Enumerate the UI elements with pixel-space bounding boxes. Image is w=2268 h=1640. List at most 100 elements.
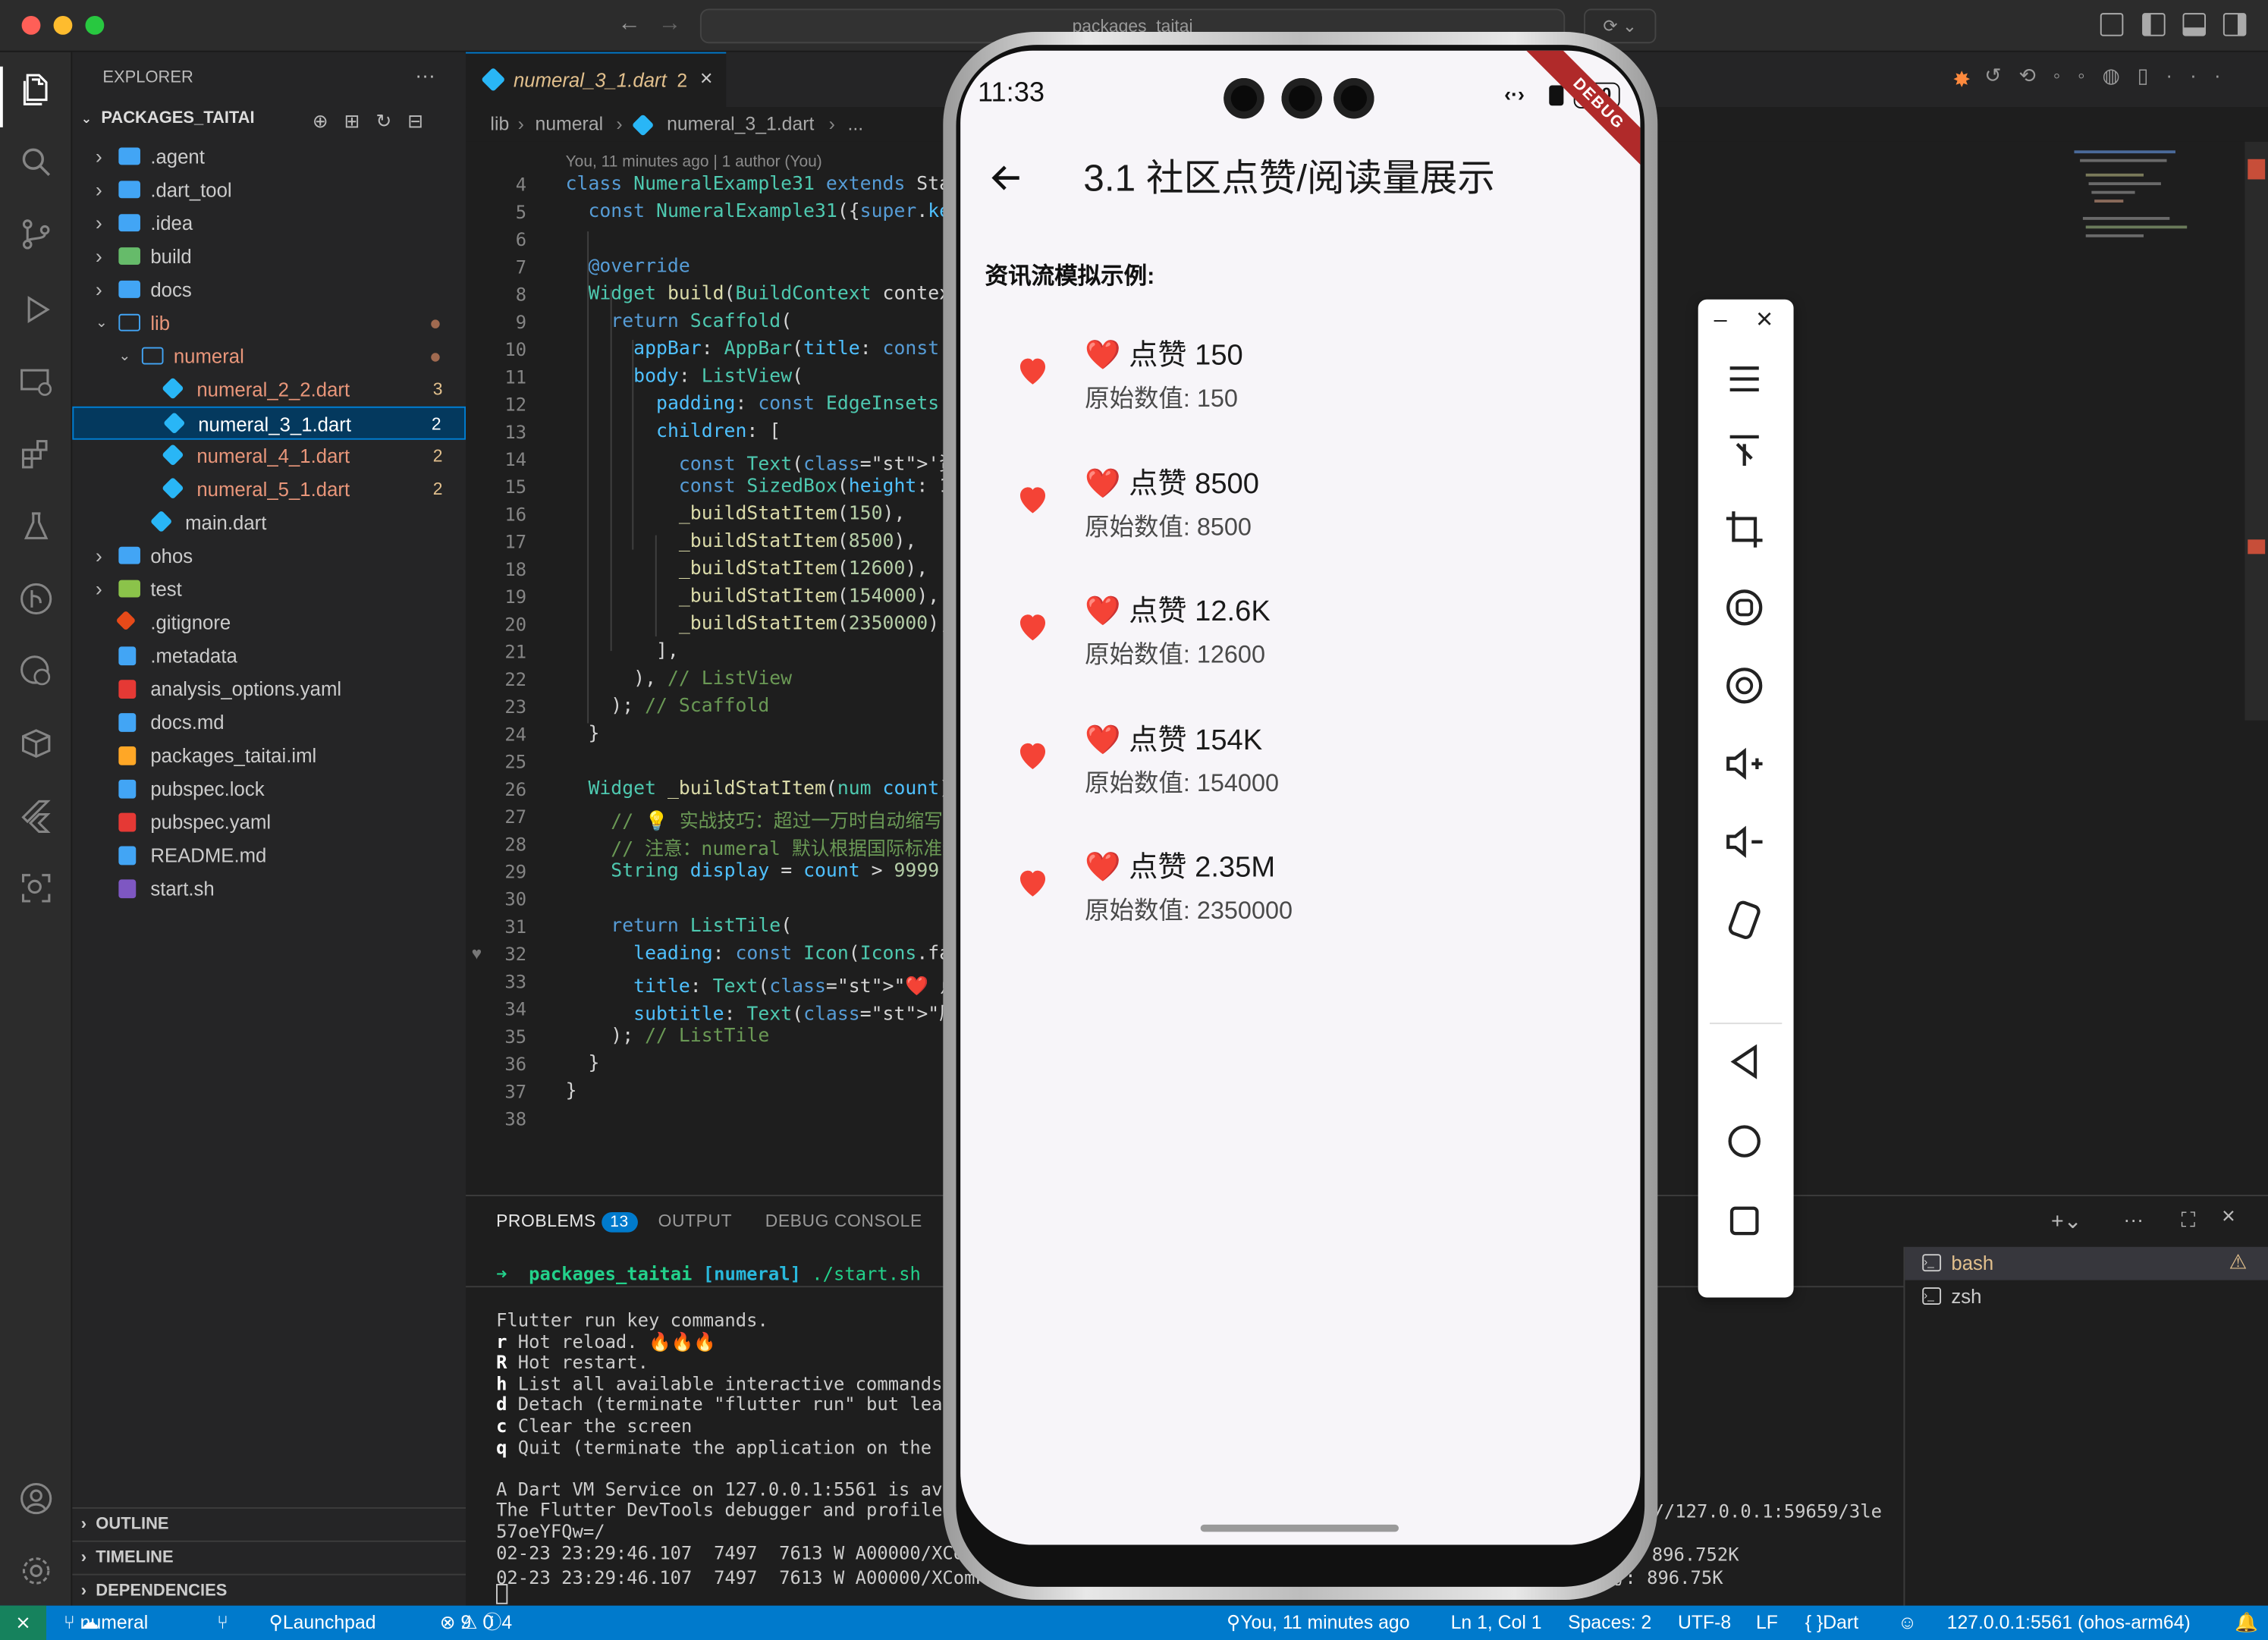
outline-section[interactable]: › OUTLINE [72, 1506, 466, 1539]
search-icon[interactable] [19, 145, 54, 180]
record-icon[interactable] [1723, 586, 1766, 629]
tree-item-lib[interactable]: ⌄ lib [72, 306, 466, 340]
tree-item-numeral-5-1-dart[interactable]: numeral_5_1.dart 2 [72, 473, 466, 507]
close-tab-icon[interactable]: × [700, 67, 713, 91]
language-mode[interactable]: { } Dart [1805, 1606, 1858, 1640]
containers-icon[interactable] [19, 726, 54, 761]
run-debug-icon[interactable] [19, 292, 54, 327]
more-editor-icon[interactable]: ··· [2166, 64, 2238, 87]
tree-item--metadata[interactable]: .metadata [72, 639, 466, 673]
stat-list-item[interactable]: ❤️ 点赞 8500 原始数值: 8500 [960, 439, 1640, 567]
tree-item-analysis-options-yaml[interactable]: analysis_options.yaml [72, 673, 466, 706]
tree-item--dart-tool[interactable]: › .dart_tool [72, 174, 466, 207]
account-icon[interactable] [19, 1481, 54, 1516]
tab-numeral-3-1[interactable]: numeral_3_1.dart 2 × [466, 52, 727, 108]
explorer-files-icon[interactable] [19, 72, 54, 107]
phone-screen[interactable]: 11:33 ‹·› 100 DEBUG 3.1 社区点赞/阅读量展示 资讯流模拟… [960, 50, 1641, 1545]
git-commit-next-icon[interactable]: ◦ [2078, 64, 2102, 87]
minimize-emulator-icon[interactable]: – [1714, 308, 1727, 334]
cursor-position[interactable]: Ln 1, Col 1 [1451, 1606, 1542, 1640]
forward-arrow-icon[interactable]: → [658, 11, 682, 37]
stat-list-item[interactable]: ❤️ 点赞 2.35M 原始数值: 2350000 [960, 823, 1640, 950]
code-line[interactable]: _buildStatItem(154000), [566, 586, 939, 608]
tab-debug-console[interactable]: DEBUG CONSOLE [765, 1211, 922, 1231]
screen-capture-icon[interactable] [1723, 664, 1766, 707]
git-graph-icon[interactable] [19, 582, 54, 617]
tree-item-numeral-2-2-dart[interactable]: numeral_2_2.dart 3 [72, 373, 466, 407]
split-editor-icon[interactable]: ▯ [2138, 64, 2166, 87]
nav-recents-icon[interactable] [1723, 1199, 1766, 1243]
compare-icon[interactable]: ⟲ [2019, 64, 2053, 87]
breadcrumb-file[interactable]: numeral_3_1.dart [667, 107, 814, 142]
code-line[interactable]: } [566, 1080, 577, 1102]
crop-screenshot-icon[interactable] [1723, 507, 1766, 551]
indentation[interactable]: Spaces: 2 [1568, 1606, 1651, 1640]
toggle-secondary-sidebar-icon[interactable] [2222, 13, 2247, 36]
tree-item-pubspec-lock[interactable]: pubspec.lock [72, 772, 466, 806]
code-line[interactable]: const SizedBox(height: 1( [566, 476, 962, 498]
tab-output[interactable]: OUTPUT [658, 1211, 733, 1231]
stat-list-item[interactable]: ❤️ 点赞 150 原始数值: 150 [960, 311, 1640, 438]
testing-flask-icon[interactable] [19, 509, 54, 544]
nav-back-icon[interactable] [1723, 1040, 1766, 1083]
toggle-panel-icon[interactable] [2182, 13, 2207, 36]
code-line[interactable]: // 💡 实战技巧：超过一万时自动缩写 [566, 806, 943, 834]
tree-item--agent[interactable]: › .agent [72, 140, 466, 174]
rotate-device-icon[interactable] [1723, 898, 1766, 941]
close-emulator-icon[interactable]: × [1756, 303, 1773, 337]
code-line[interactable]: _buildStatItem(12600), [566, 558, 928, 580]
tree-item-numeral-4-1-dart[interactable]: numeral_4_1.dart 2 [72, 440, 466, 473]
code-line[interactable]: const NumeralExample31({super.key [566, 201, 962, 223]
code-line[interactable]: leading: const Icon(Icons.fav [566, 943, 962, 965]
tree-item-packages-taitai-iml[interactable]: packages_taitai.iml [72, 739, 466, 772]
volume-up-icon[interactable] [1723, 742, 1766, 785]
tree-item-start-sh[interactable]: start.sh [72, 872, 466, 906]
git-graph-status-icon[interactable]: ⑂ [217, 1606, 228, 1640]
tree-item-build[interactable]: › build [72, 240, 466, 274]
toggle-sidebar-icon[interactable] [2142, 13, 2166, 36]
tree-item-docs-md[interactable]: docs.md [72, 706, 466, 740]
tree-item-readme-md[interactable]: README.md [72, 839, 466, 872]
tree-item-numeral-3-1-dart[interactable]: numeral_3_1.dart 2 [72, 406, 466, 440]
branch-indicator[interactable]: ⑂ numeral ☁ [64, 1606, 148, 1640]
code-line[interactable]: _buildStatItem(2350000), [566, 614, 950, 636]
project-root[interactable]: ⌄ PACKAGES_TAITAI [81, 110, 255, 127]
terminal-item-zsh[interactable]: ›_ zsh [1905, 1280, 2268, 1314]
back-arrow-icon[interactable] [988, 159, 1026, 197]
code-line[interactable]: Widget _buildStatItem(num count) [566, 778, 950, 800]
minimap[interactable] [2069, 142, 2239, 287]
git-graph-action-icon[interactable]: ◍ [2102, 64, 2137, 87]
breadcrumb-numeral[interactable]: numeral [536, 107, 604, 142]
customize-layout-icon[interactable] [2100, 13, 2124, 36]
tree-item--idea[interactable]: › .idea [72, 207, 466, 240]
line-ending[interactable]: LF [1756, 1606, 1778, 1640]
code-line[interactable]: } [566, 1053, 599, 1075]
stat-list-item[interactable]: ❤️ 点赞 12.6K 原始数值: 12600 [960, 567, 1640, 695]
codelens-blame[interactable]: You, 11 minutes ago | 1 author (You) [566, 153, 822, 171]
blame-status[interactable]: ⚲ You, 11 minutes ago [1227, 1606, 1409, 1640]
extensions-icon[interactable] [19, 437, 54, 472]
code-line[interactable]: @override [566, 256, 690, 278]
tree-item-main-dart[interactable]: main.dart [72, 506, 466, 539]
close-window-button[interactable] [21, 15, 41, 35]
terminal-item-bash[interactable]: ›_ bash ⚠ [1905, 1246, 2268, 1280]
tree-item-pubspec-yaml[interactable]: pubspec.yaml [72, 806, 466, 839]
source-control-icon[interactable] [19, 217, 54, 252]
code-line[interactable]: String display = count > 9999 [566, 861, 951, 883]
code-line[interactable]: appBar: AppBar(title: const [566, 338, 951, 360]
gitlens-icon[interactable] [19, 654, 54, 689]
breadcrumb-more[interactable]: ... [847, 107, 863, 142]
tree-item-numeral[interactable]: ⌄ numeral [72, 340, 466, 373]
stat-list-item[interactable]: ❤️ 点赞 154K 原始数值: 154000 [960, 695, 1640, 822]
timeline-section[interactable]: › TIMELINE [72, 1540, 466, 1572]
remote-explorer-icon[interactable] [19, 365, 54, 400]
timeline-icon[interactable]: ↺ [1984, 64, 2018, 87]
encoding[interactable]: UTF-8 [1678, 1606, 1731, 1640]
close-panel-icon[interactable]: × [2222, 1205, 2235, 1230]
code-line[interactable]: ); // Scaffold [566, 696, 769, 718]
minimize-window-button[interactable] [53, 15, 73, 35]
zoom-window-button[interactable] [85, 15, 105, 35]
code-line[interactable]: padding: const EdgeInsets.a [566, 394, 962, 416]
maximize-panel-icon[interactable]: ⛶ [2182, 1208, 2196, 1232]
code-line[interactable]: return ListTile( [566, 916, 792, 938]
